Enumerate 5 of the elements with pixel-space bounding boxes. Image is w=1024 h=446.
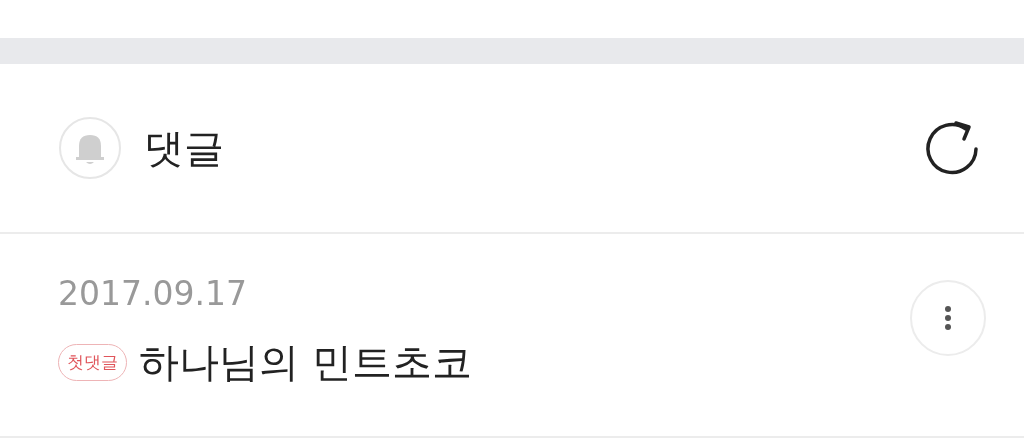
comment-date: 2017.09.17 [58, 274, 248, 313]
comment-text: 하나님의 민트초코 [139, 338, 472, 387]
section-title: 댓글 [144, 123, 224, 173]
bell-icon [58, 116, 122, 180]
more-icon [943, 303, 953, 333]
